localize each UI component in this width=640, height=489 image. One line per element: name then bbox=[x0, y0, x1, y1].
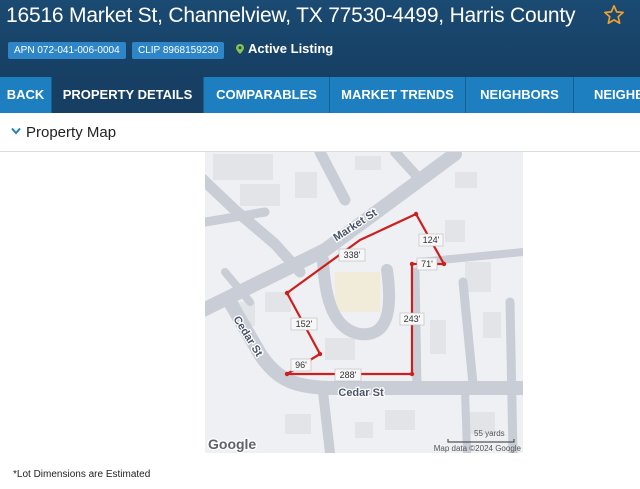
map-scale-label: 55 yards bbox=[474, 429, 505, 438]
dimension-label: 96' bbox=[290, 358, 312, 372]
chevron-down-icon[interactable] bbox=[11, 127, 21, 135]
dimension-label: 71' bbox=[416, 257, 438, 271]
dimension-288: 288' bbox=[340, 370, 357, 380]
dimension-152: 152' bbox=[296, 319, 313, 329]
street-label-cedar: Cedar St bbox=[338, 387, 384, 399]
map-attribution: Map data ©2024 Google bbox=[434, 444, 522, 453]
tab-neighbors[interactable]: NEIGHBORS bbox=[466, 77, 574, 113]
apn-badge: APN 072-041-006-0004 bbox=[8, 42, 126, 59]
dimension-124: 124' bbox=[423, 235, 440, 245]
dimension-label: 124' bbox=[418, 233, 444, 247]
dimension-96: 96' bbox=[295, 360, 307, 370]
tab-neighborhood[interactable]: NEIGHBO bbox=[574, 77, 640, 113]
map-pin-icon bbox=[236, 43, 244, 54]
star-icon[interactable] bbox=[603, 4, 625, 26]
dimension-71: 71' bbox=[421, 259, 433, 269]
tab-back[interactable]: BACK bbox=[0, 77, 52, 113]
dimension-338: 338' bbox=[344, 250, 361, 260]
tab-property-details[interactable]: PROPERTY DETAILS bbox=[52, 77, 204, 113]
property-map[interactable]: 124' 338' 71' 152' 243' 96' 288' Market … bbox=[205, 152, 523, 453]
lot-dimensions-footnote: *Lot Dimensions are Estimated bbox=[13, 469, 151, 480]
dimension-label: 288' bbox=[334, 368, 362, 382]
map-canvas: 124' 338' 71' 152' 243' 96' 288' Market … bbox=[205, 152, 523, 453]
property-address: 16516 Market St, Channelview, TX 77530-4… bbox=[6, 4, 576, 27]
dimension-label: 338' bbox=[338, 248, 366, 262]
tab-comparables[interactable]: COMPARABLES bbox=[204, 77, 330, 113]
tab-market-trends[interactable]: MARKET TRENDS bbox=[330, 77, 466, 113]
dimension-243: 243' bbox=[404, 314, 421, 324]
section-title: Property Map bbox=[26, 124, 117, 141]
parcel-shading bbox=[335, 272, 380, 312]
clip-badge: CLIP 8968159230 bbox=[132, 42, 225, 59]
google-logo: Google bbox=[208, 436, 256, 452]
dimension-label: 152' bbox=[290, 317, 318, 331]
property-map-section-header[interactable]: Property Map bbox=[0, 113, 640, 152]
listing-status: Active Listing bbox=[236, 41, 333, 56]
listing-status-label: Active Listing bbox=[248, 41, 334, 56]
dimension-label: 243' bbox=[399, 312, 425, 326]
main-nav: BACK PROPERTY DETAILS COMPARABLES MARKET… bbox=[0, 77, 640, 113]
property-header: 16516 Market St, Channelview, TX 77530-4… bbox=[0, 0, 640, 77]
